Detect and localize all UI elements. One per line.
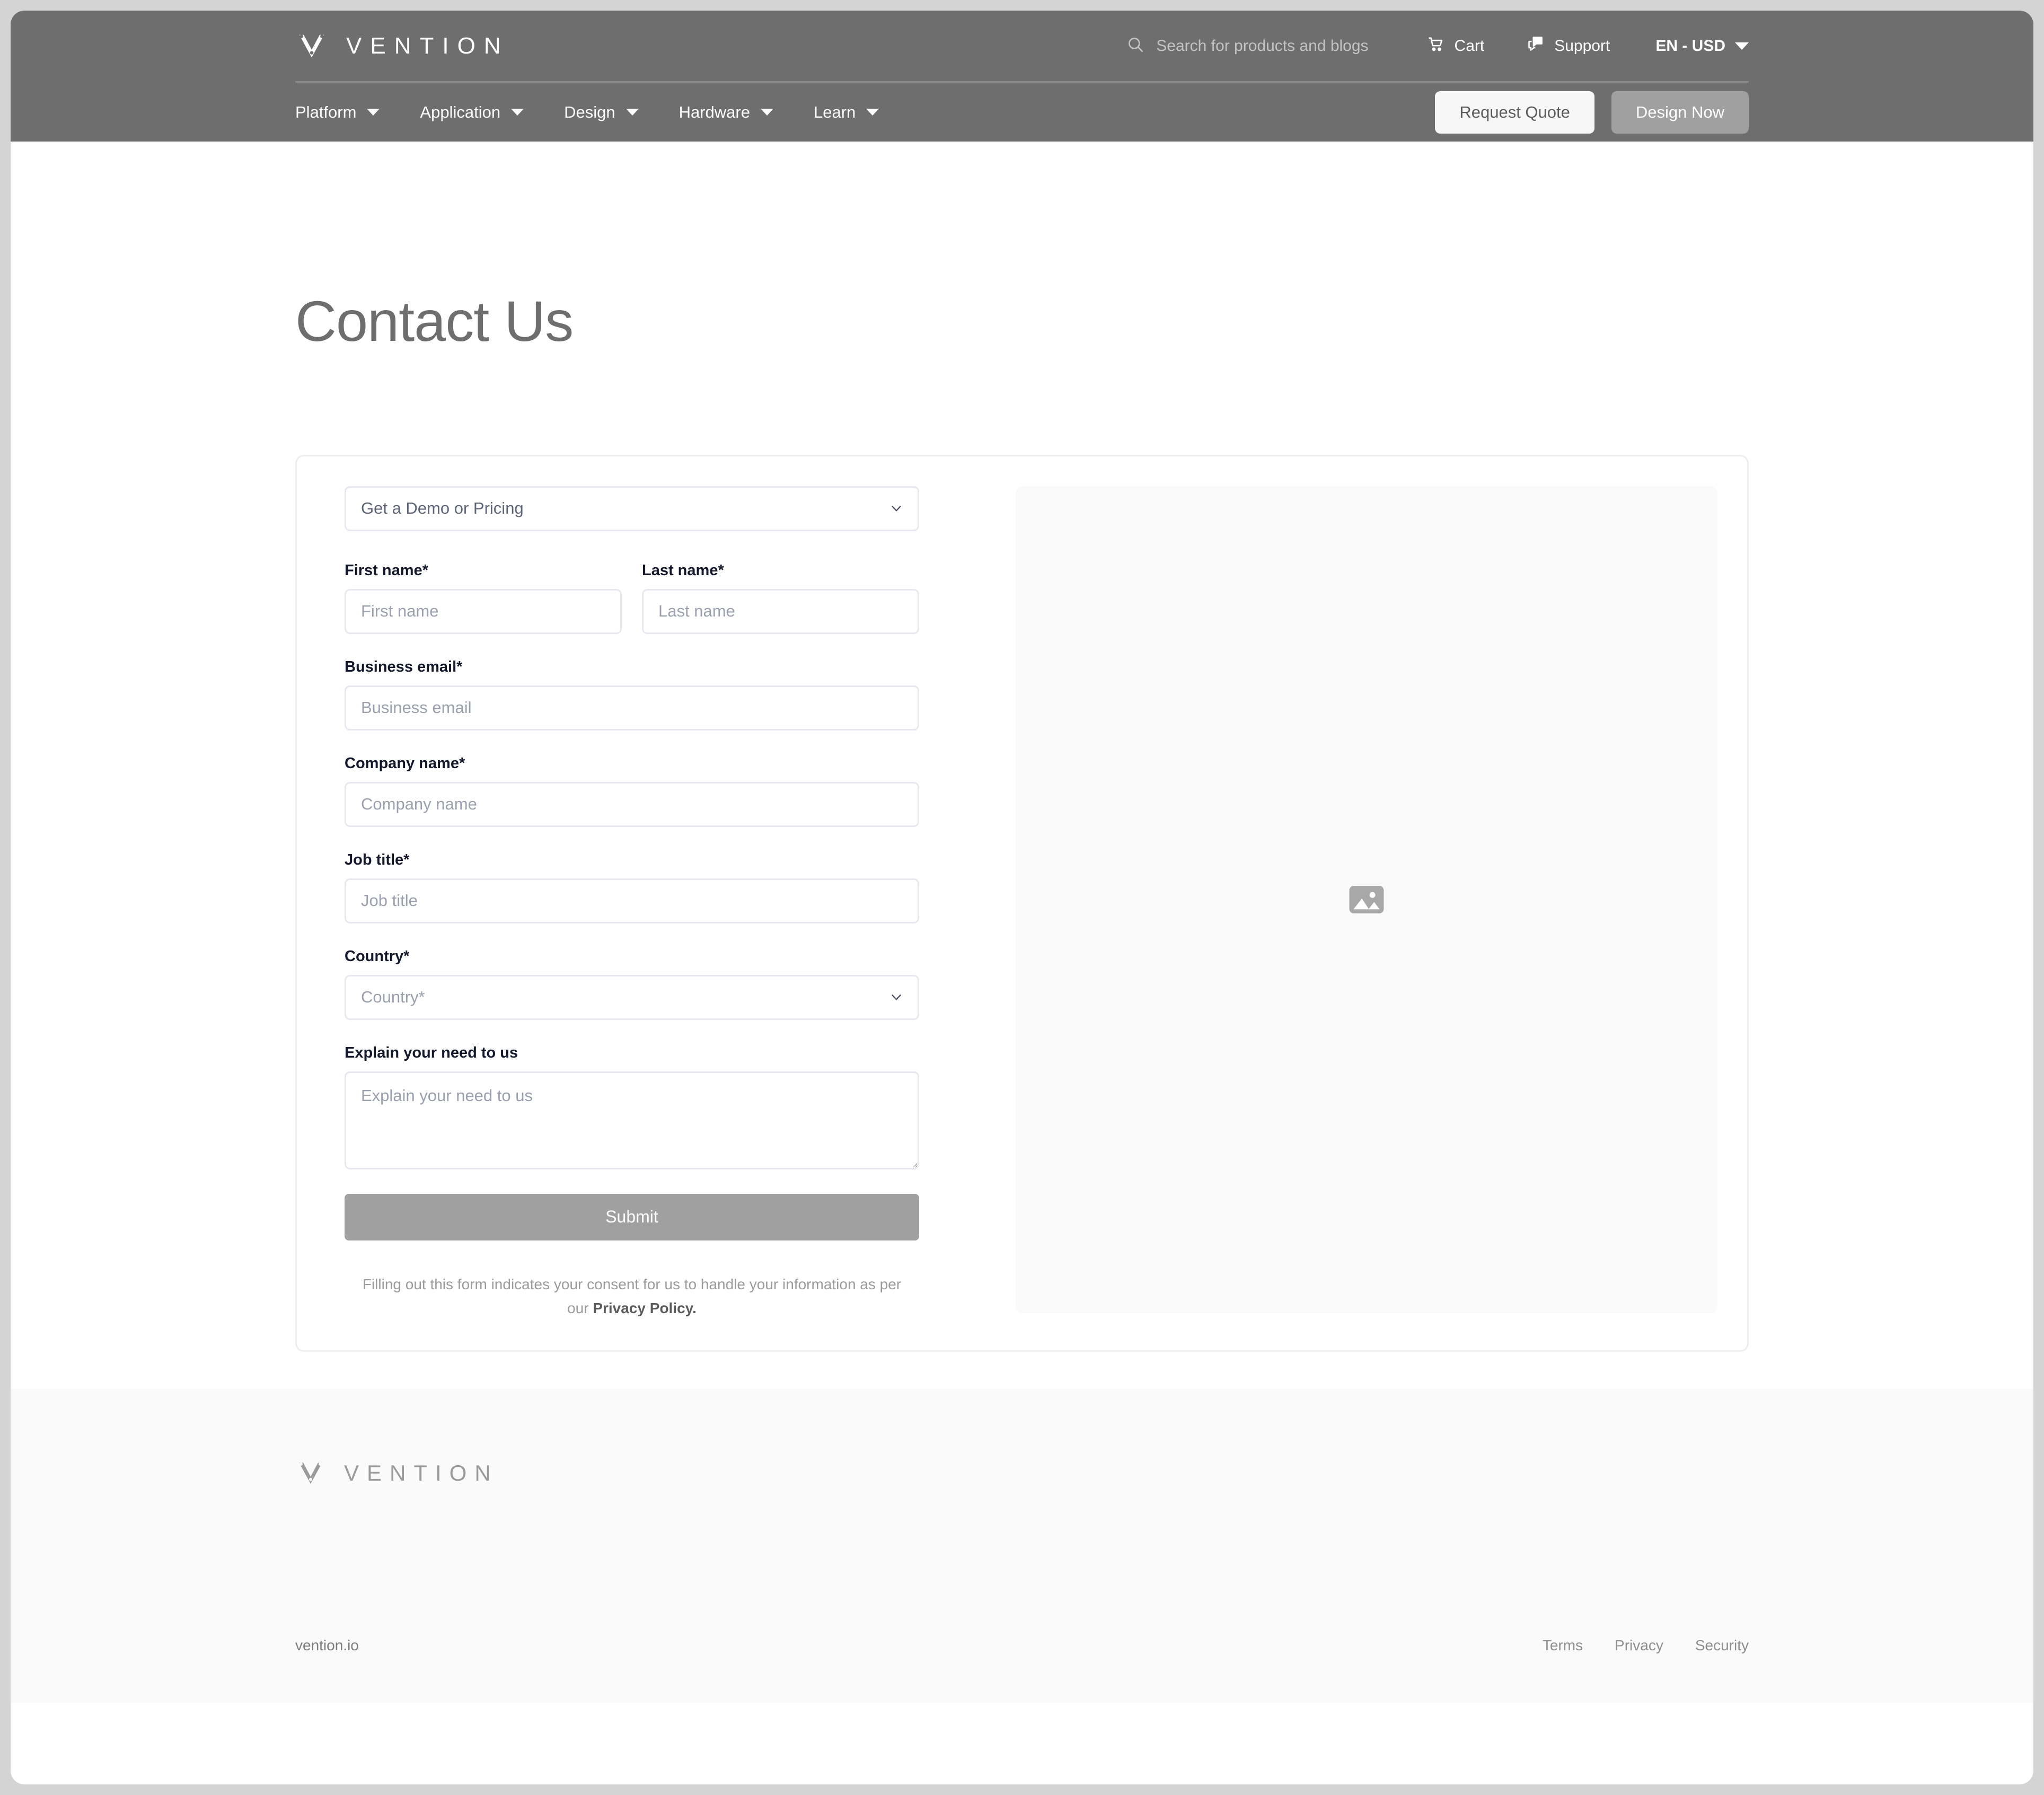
consent-text: Filling out this form indicates your con… <box>345 1272 919 1321</box>
chevron-down-icon <box>625 109 639 116</box>
image-placeholder-icon <box>1346 879 1387 920</box>
business-email-input[interactable] <box>345 685 919 731</box>
nav-item-label: Hardware <box>679 102 750 121</box>
last-name-input[interactable] <box>642 588 919 634</box>
vention-wordmark: VENTION <box>346 32 509 59</box>
footer-vention-logo[interactable]: VENTION <box>295 1458 1749 1489</box>
last-name-label: Last name* <box>642 561 724 579</box>
footer-links: Terms Privacy Security <box>1527 1637 1749 1654</box>
footer-wordmark: VENTION <box>344 1460 499 1485</box>
search-input[interactable]: Search for products and blogs <box>1126 36 1369 56</box>
media-column <box>1016 486 1717 1321</box>
need-textarea[interactable] <box>345 1071 919 1169</box>
cart-icon <box>1427 35 1445 57</box>
cart-link[interactable]: Cart <box>1406 35 1506 57</box>
company-name-label: Company name* <box>345 754 465 772</box>
last-name-field: Last name* <box>642 562 919 634</box>
first-name-field: First name* <box>345 562 622 634</box>
company-name-field: Company name* <box>345 755 919 827</box>
first-name-label: First name* <box>345 561 428 579</box>
footer-bottom-row: vention.io Terms Privacy Security <box>295 1637 1749 1654</box>
job-title-label: Job title* <box>345 851 410 868</box>
image-panel <box>1016 486 1717 1313</box>
nav-items: Platform Application Design Hardware Lea… <box>295 103 899 122</box>
chevron-down-icon <box>866 109 879 116</box>
vention-v-mark-icon <box>295 30 328 63</box>
chevron-down-icon <box>511 109 524 116</box>
need-field: Explain your need to us <box>345 1044 919 1169</box>
topic-select-field: Get a Demo or Pricing <box>345 486 919 531</box>
nav-item-learn[interactable]: Learn <box>794 103 899 122</box>
request-quote-button[interactable]: Request Quote <box>1435 91 1594 134</box>
chevron-down-icon <box>760 109 773 116</box>
topic-select[interactable]: Get a Demo or Pricing <box>345 486 919 531</box>
chevron-down-icon <box>1735 42 1749 50</box>
header-top-row: VENTION Search for products and blogs Ca… <box>295 11 1749 83</box>
chevron-down-icon <box>367 109 380 116</box>
nav-item-label: Application <box>420 102 501 121</box>
business-email-field: Business email* <box>345 658 919 731</box>
nav-item-label: Platform <box>295 102 357 121</box>
name-row: First name* Last name* <box>345 562 919 634</box>
search-icon <box>1126 36 1144 56</box>
country-select[interactable]: Country* <box>345 974 919 1020</box>
footer-domain: vention.io <box>295 1636 359 1653</box>
cart-label: Cart <box>1454 37 1485 55</box>
support-label: Support <box>1554 37 1610 55</box>
vention-logo[interactable]: VENTION <box>295 30 509 63</box>
contact-form: Get a Demo or Pricing First name* First … <box>322 486 941 1321</box>
privacy-policy-link[interactable]: Privacy Policy. <box>593 1300 697 1316</box>
site-header: VENTION Search for products and blogs Ca… <box>11 11 2033 142</box>
contact-form-card: Get a Demo or Pricing First name* First … <box>295 454 1749 1352</box>
footer-link-terms[interactable]: Terms <box>1527 1637 1599 1654</box>
vention-v-mark-icon <box>295 1458 326 1489</box>
support-chat-icon <box>1527 35 1545 57</box>
browser-viewport: VENTION Search for products and blogs Ca… <box>11 11 2033 1784</box>
need-label: Explain your need to us <box>345 1044 518 1061</box>
footer-link-security[interactable]: Security <box>1679 1637 1749 1654</box>
nav-item-label: Learn <box>813 102 856 121</box>
locale-label: EN - USD <box>1655 37 1725 55</box>
country-label: Country* <box>345 947 410 965</box>
search-placeholder: Search for products and blogs <box>1156 37 1369 55</box>
submit-button[interactable]: Submit <box>345 1193 919 1240</box>
job-title-input[interactable] <box>345 878 919 923</box>
header-cta-buttons: Request Quote Design Now <box>1435 91 1749 134</box>
support-link[interactable]: Support <box>1505 35 1631 57</box>
nav-item-design[interactable]: Design <box>544 103 659 122</box>
site-footer: VENTION vention.io Terms Privacy Securit… <box>11 1388 2033 1703</box>
footer-link-privacy[interactable]: Privacy <box>1599 1637 1679 1654</box>
locale-selector[interactable]: EN - USD <box>1631 37 1749 55</box>
first-name-input[interactable] <box>345 588 622 634</box>
business-email-label: Business email* <box>345 658 463 675</box>
page-title: Contact Us <box>295 289 574 353</box>
nav-item-application[interactable]: Application <box>400 103 544 122</box>
main-content: Contact Us Get a Demo or Pricing First n… <box>11 142 2033 1389</box>
nav-item-platform[interactable]: Platform <box>295 103 400 122</box>
job-title-field: Job title* <box>345 851 919 923</box>
design-now-button[interactable]: Design Now <box>1611 91 1749 134</box>
nav-item-label: Design <box>564 102 615 121</box>
main-nav: Platform Application Design Hardware Lea… <box>295 83 1749 142</box>
nav-item-hardware[interactable]: Hardware <box>659 103 794 122</box>
company-name-input[interactable] <box>345 781 919 827</box>
header-utility-nav: Search for products and blogs Cart Suppo… <box>1126 35 1749 57</box>
country-field: Country* Country* <box>345 948 919 1020</box>
